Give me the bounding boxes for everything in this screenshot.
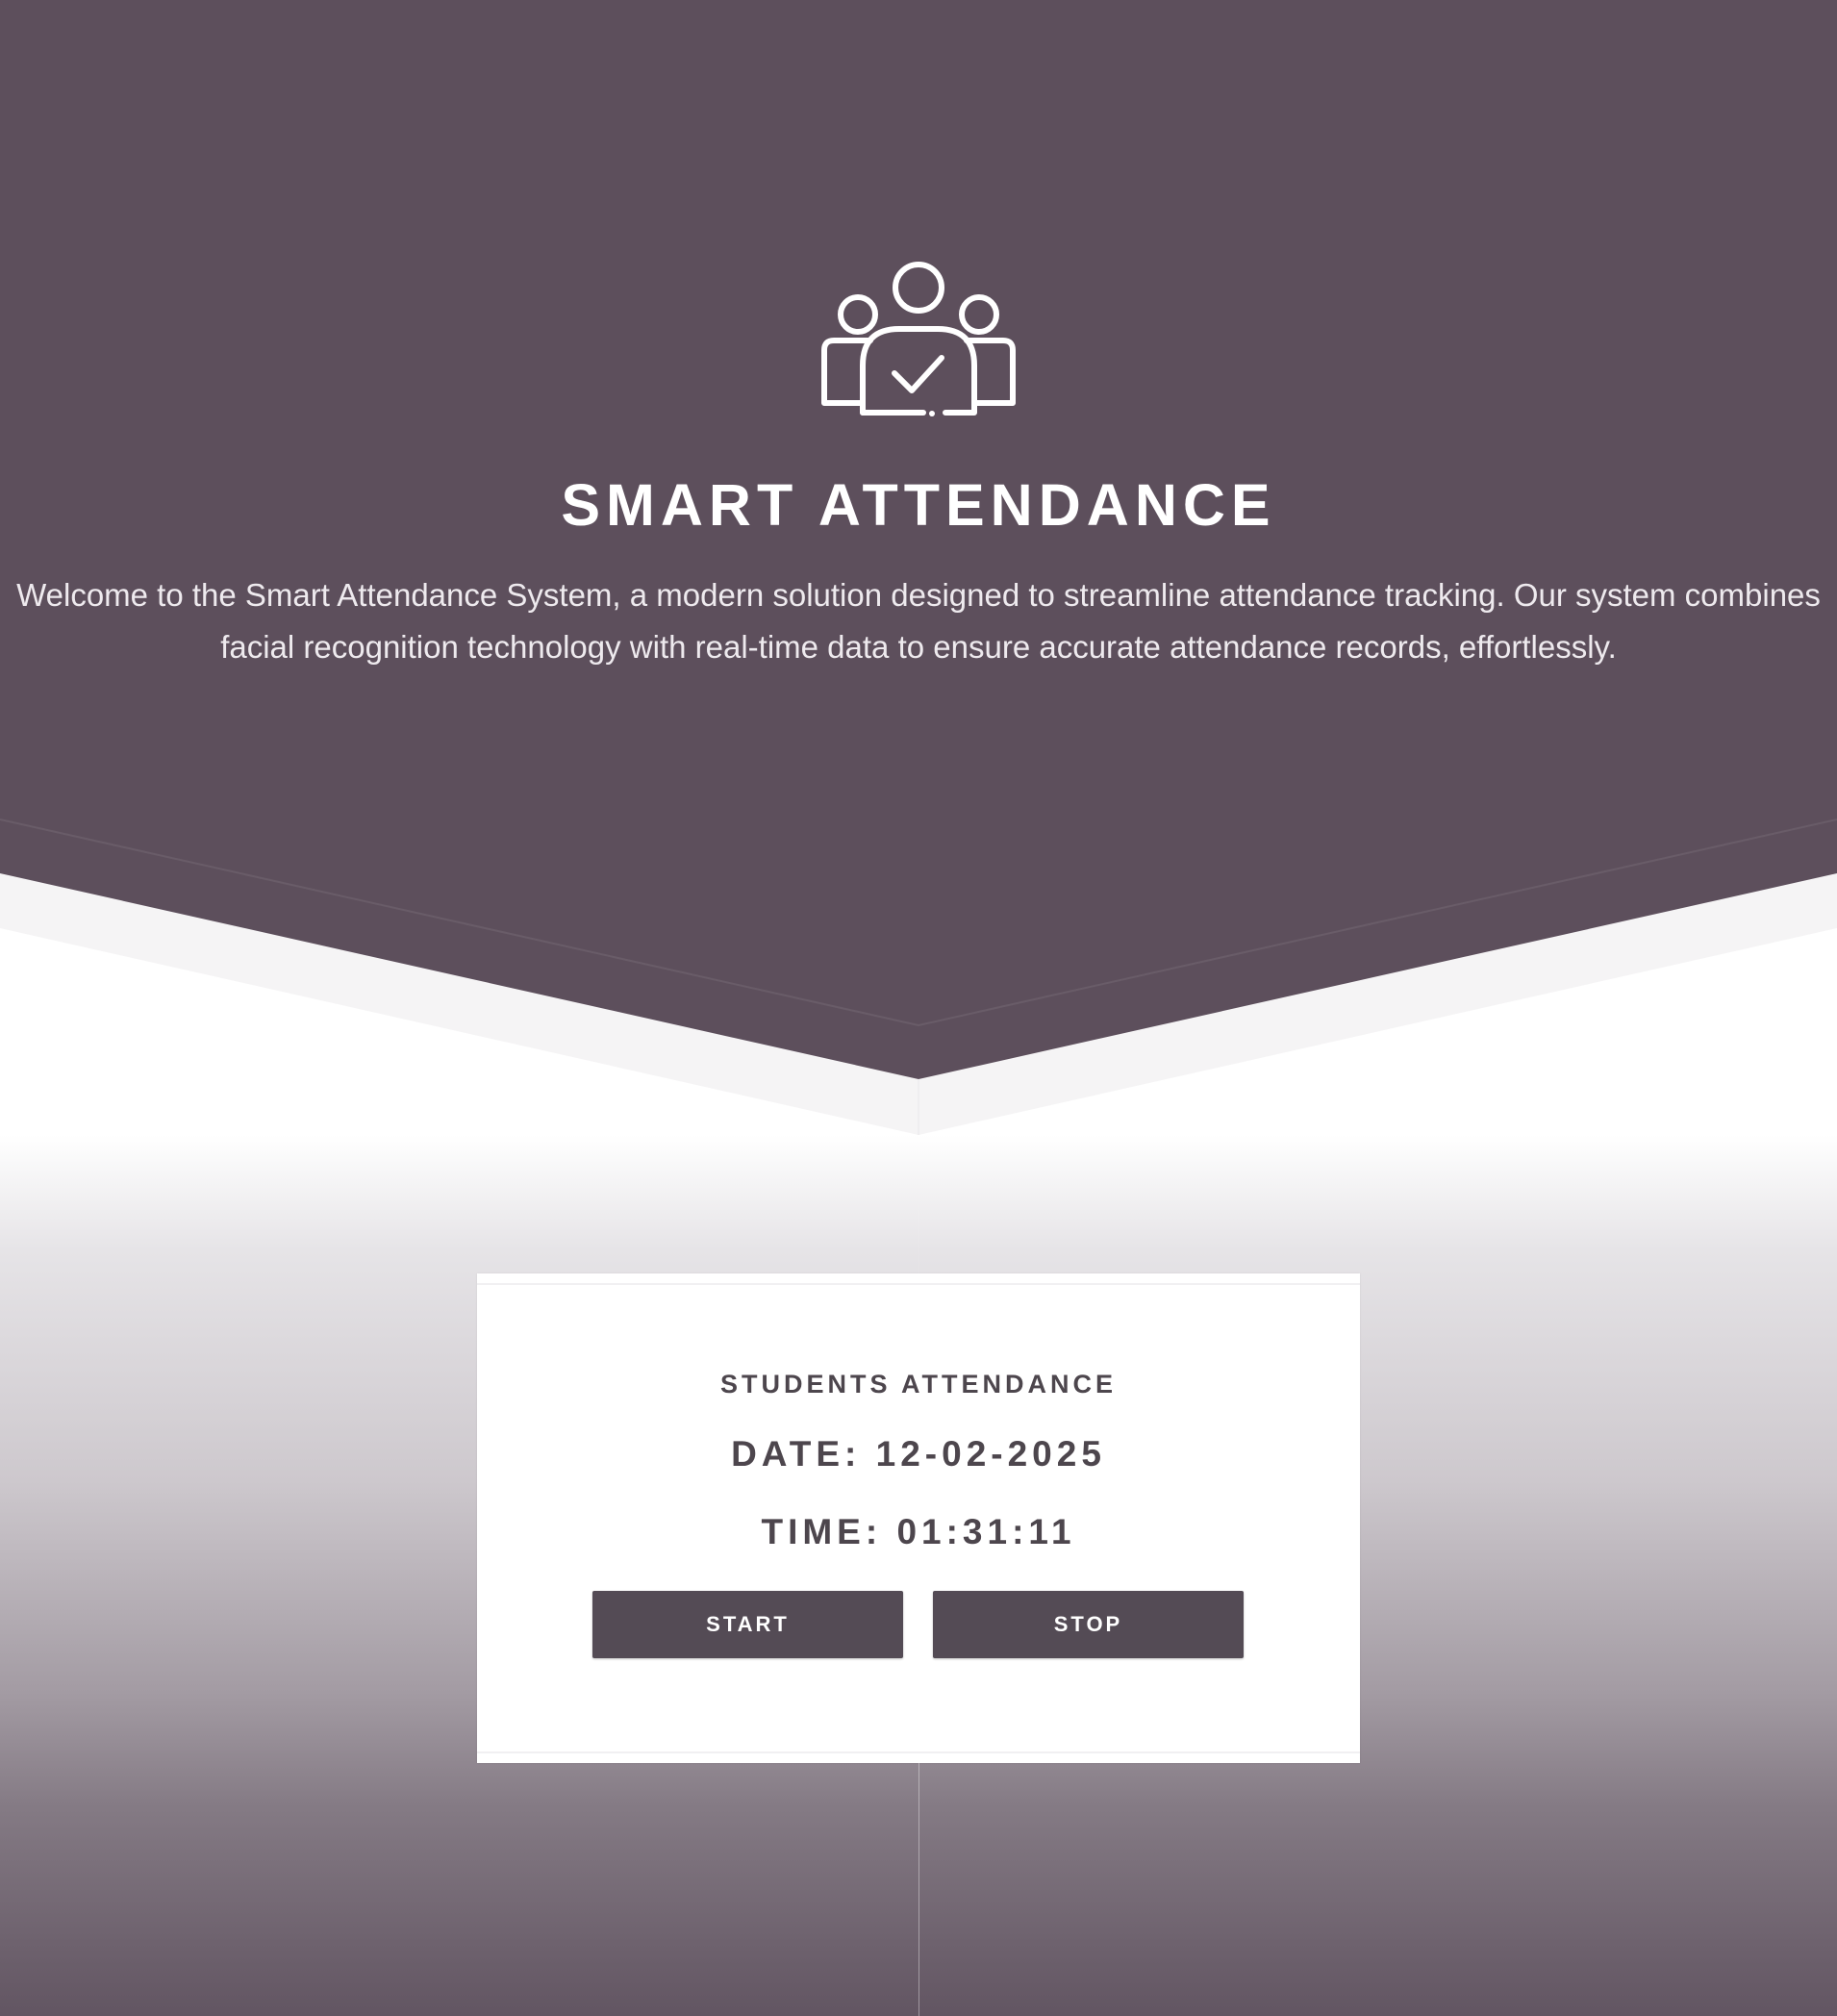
group-check-icon bbox=[821, 262, 1016, 416]
stop-button[interactable]: STOP bbox=[933, 1591, 1244, 1658]
card-top-divider bbox=[477, 1283, 1360, 1285]
hero-description: Welcome to the Smart Attendance System, … bbox=[16, 577, 1821, 665]
center-divider-bottom bbox=[918, 1760, 919, 2016]
date-display: DATE: 12-02-2025 bbox=[731, 1434, 1106, 1474]
page-title: SMART ATTENDANCE bbox=[561, 472, 1276, 538]
attendance-card: STUDENTS ATTENDANCE DATE: 12-02-2025 TIM… bbox=[477, 1273, 1360, 1763]
card-bottom-divider bbox=[477, 1751, 1360, 1753]
start-button[interactable]: START bbox=[592, 1591, 903, 1658]
time-display: TIME: 01:31:11 bbox=[761, 1512, 1076, 1551]
card-heading: STUDENTS ATTENDANCE bbox=[720, 1370, 1117, 1399]
hero-background bbox=[0, 0, 1837, 1135]
